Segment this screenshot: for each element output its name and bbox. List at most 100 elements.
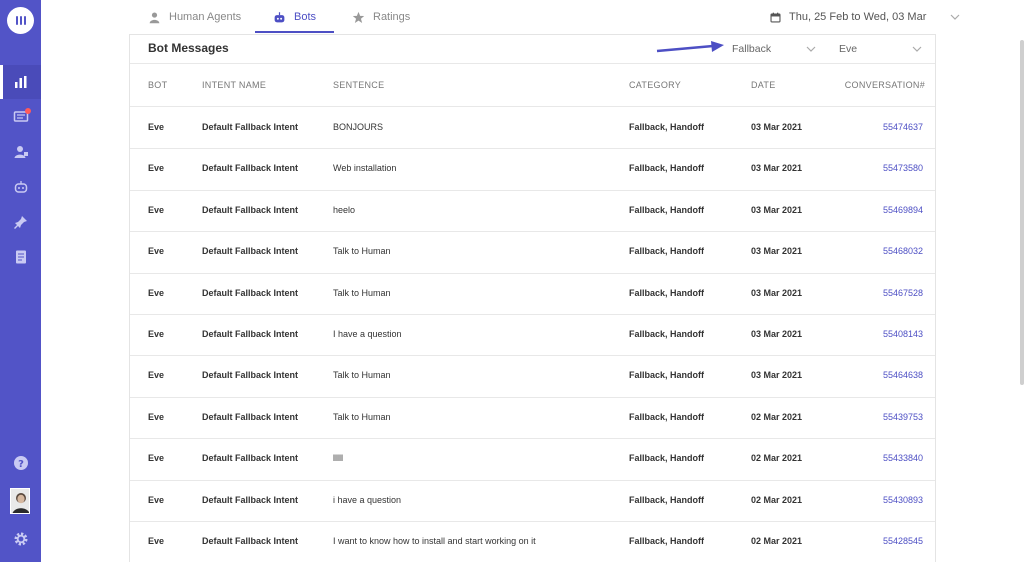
cell-bot: Eve [148,370,165,381]
active-tab-indicator [255,31,334,33]
cell-intent: Default Fallback Intent [202,204,299,215]
avatar[interactable] [10,488,30,514]
bot-icon [14,181,27,193]
cell-bot: Eve [148,536,165,546]
cell-intent: Default Fallback Intent [202,453,299,464]
sidebar-item-messages[interactable] [0,100,41,134]
column-header-category: CATEGORY [629,80,682,90]
app-logo-icon[interactable] [7,7,34,34]
table-row[interactable]: Eve Default Fallback Intent Talk to Human F… [130,274,935,315]
cell-bot: Eve [148,204,165,215]
cell-category: Fallback, Handoff [629,453,705,464]
table-header: BOT INTENT NAME SENTENCE CATEGORY DATE C… [130,64,935,107]
category-filter-value: Fallback [732,43,772,55]
sidebar-item-reports[interactable] [0,240,41,274]
column-header-conversation: CONVERSATION# [844,80,925,90]
cell-date: 03 Mar 2021 [751,329,803,339]
sidebar-item-integrations[interactable] [0,205,41,239]
cell-intent: Default Fallback Intent [202,536,299,546]
table-row[interactable]: Eve Default Fallback Intent Talk to Human F… [130,356,935,398]
conversation-link[interactable]: 55428545 [883,536,923,546]
table-row[interactable]: Eve Default Fallback Intent lllll Fallback,… [130,439,935,481]
conversation-link[interactable]: 55467528 [883,288,923,298]
cell-date: 03 Mar 2021 [751,370,803,381]
date-range-value: Thu, 25 Feb to Wed, 03 Mar [789,11,927,23]
tab-bots[interactable]: Bots [273,0,316,34]
settings-button[interactable] [0,522,41,556]
cell-date: 02 Mar 2021 [751,411,803,422]
cell-date: 02 Mar 2021 [751,453,803,464]
conversation-link[interactable]: 55433840 [883,453,923,463]
cell-sentence: heelo [333,204,356,215]
cell-category: Fallback, Handoff [629,163,705,174]
pin-icon [13,216,27,229]
sidebar-item-analytics[interactable] [0,65,41,99]
cell-intent: Default Fallback Intent [202,246,299,257]
conversation-link[interactable]: 55464638 [883,370,923,380]
table-row[interactable]: Eve Default Fallback Intent i have a quest… [130,481,935,522]
chevron-down-icon [806,46,816,52]
conversation-link[interactable]: 55473580 [883,163,923,173]
cell-bot: Eve [148,494,165,505]
cell-sentence: Web installation [333,163,397,174]
table-row[interactable]: Eve Default Fallback Intent Web installati… [130,149,935,191]
chart-icon [14,76,26,88]
cell-intent: Default Fallback Intent [202,494,299,505]
category-filter-select[interactable]: Fallback [732,40,816,58]
cell-intent: Default Fallback Intent [202,163,299,174]
conversation-link[interactable]: 55439753 [883,412,923,422]
tab-human-agents[interactable]: Human Agents [148,0,241,34]
cell-intent: Default Fallback Intent [202,122,299,132]
bot-icon [274,11,285,22]
table-row[interactable]: Eve Default Fallback Intent Talk to Human F… [130,398,935,440]
cell-sentence: BONJOURS [333,122,384,132]
table-row[interactable]: Eve Default Fallback Intent BONJOURS Fallba… [130,108,935,150]
cell-sentence: I have a question [333,329,402,339]
scrollbar[interactable] [1020,40,1024,385]
help-icon: ? [13,456,28,470]
chevron-down-icon [912,46,922,52]
cell-bot: Eve [148,163,165,174]
document-icon [15,250,26,264]
table-row[interactable]: Eve Default Fallback Intent Talk to Human F… [130,232,935,274]
cell-category: Fallback, Handoff [629,494,705,505]
cell-bot: Eve [148,122,165,132]
sidebar-item-agents[interactable] [0,135,41,169]
table-row[interactable]: Eve Default Fallback Intent heelo Fallback,… [130,191,935,233]
cell-sentence: lllll [333,453,343,464]
star-icon [352,11,365,23]
cell-bot: Eve [148,246,165,257]
person-icon [149,11,160,23]
cell-date: 03 Mar 2021 [751,246,803,257]
sidebar-item-bots[interactable] [0,170,41,204]
conversation-link[interactable]: 55468032 [883,246,923,256]
cell-date: 03 Mar 2021 [751,122,803,132]
table-row[interactable]: Eve Default Fallback Intent I want to know… [130,522,935,562]
cell-category: Fallback, Handoff [629,411,705,422]
column-header-sentence: SENTENCE [333,80,385,90]
card-title: Bot Messages [148,41,229,55]
bot-filter-select[interactable]: Eve [839,40,925,58]
cell-category: Fallback, Handoff [629,246,705,257]
date-range-picker[interactable]: Thu, 25 Feb to Wed, 03 Mar [770,0,960,34]
conversation-link[interactable]: 55469894 [883,205,923,215]
cell-date: 03 Mar 2021 [751,163,803,174]
conversation-link[interactable]: 55430893 [883,495,923,505]
sidebar: ? [0,0,41,562]
cell-sentence: Talk to Human [333,246,391,257]
conversation-link[interactable]: 55408143 [883,329,923,339]
cell-intent: Default Fallback Intent [202,287,299,298]
help-button[interactable]: ? [0,446,41,480]
tab-label: Bots [294,11,317,23]
cell-bot: Eve [148,411,165,422]
cell-intent: Default Fallback Intent [202,370,299,381]
tab-ratings[interactable]: Ratings [352,0,410,34]
cell-sentence: I want to know how to install and start … [333,536,536,546]
agents-icon [14,146,28,158]
cell-date: 03 Mar 2021 [751,287,803,298]
column-header-date: DATE [751,80,776,90]
cell-category: Fallback, Handoff [629,122,705,132]
table-row[interactable]: Eve Default Fallback Intent I have a quest… [130,315,935,357]
conversation-link[interactable]: 55474637 [883,122,923,132]
arrow-annotation-icon [656,41,724,53]
